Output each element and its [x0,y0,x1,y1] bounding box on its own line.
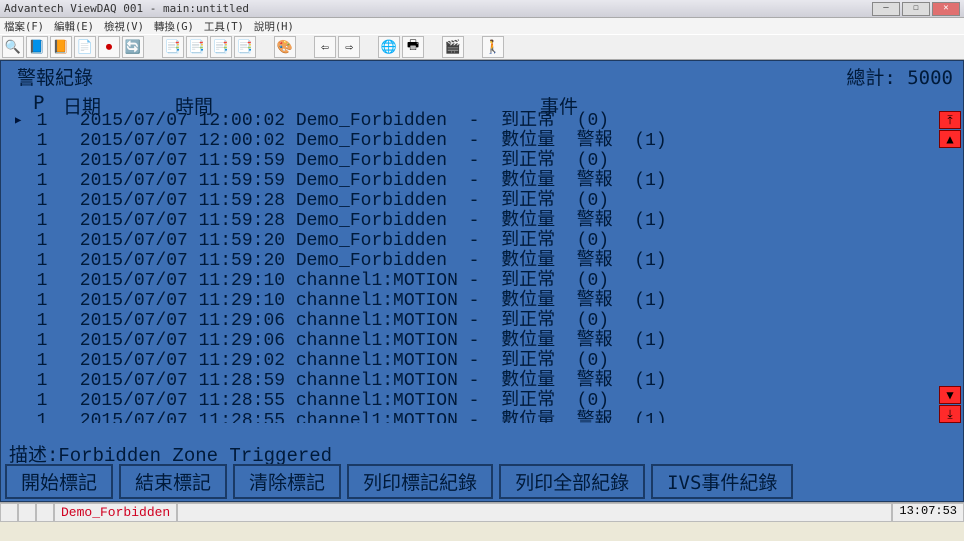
status-cell-3 [36,503,54,522]
menu-view[interactable]: 檢視(V) [104,19,144,34]
status-cell-1 [0,503,18,522]
doc2-icon[interactable]: 📑 [186,36,208,58]
print-icon[interactable]: 🖶 [402,36,424,58]
alarm-row[interactable]: 1 2015/07/07 11:59:20 Demo_Forbidden - 數… [15,251,935,271]
scroll-top-button[interactable]: ⤒ [939,111,961,129]
alarm-panel: 警報紀錄 總計: 5000 P 日期 時間 事件 ▶ 1 2015/07/07 … [0,60,964,502]
scroll-buttons: ⤒ ▲ ▼ ⤓ [939,111,961,423]
status-filler [177,503,892,522]
person-icon[interactable]: 🚶 [482,36,504,58]
refresh-icon[interactable]: 🔄 [122,36,144,58]
doc3-icon[interactable]: 📑 [210,36,232,58]
alarm-row[interactable]: 1 2015/07/07 11:28:55 channel1:MOTION - … [15,391,935,411]
alarm-row[interactable]: 1 2015/07/07 11:59:28 Demo_Forbidden - 到… [15,191,935,211]
alarm-row[interactable]: 1 2015/07/07 11:59:20 Demo_Forbidden - 到… [15,231,935,251]
menubar: 檔案(F) 編輯(E) 檢視(V) 轉換(G) 工具(T) 說明(H) [0,18,964,34]
scroll-bottom-button[interactable]: ⤓ [939,405,961,423]
statusbar: Demo_Forbidden 13:07:53 [0,502,964,522]
alarm-row[interactable]: 1 2015/07/07 11:29:06 channel1:MOTION - … [15,331,935,351]
toolbar: 🔍 📘 📙 📄 ⏺ 🔄 📑 📑 📑 📑 🎨 ⇦ ⇨ 🌐 🖶 🎬 🚶 [0,34,964,60]
end-mark-button[interactable]: 結束標記 [119,464,227,499]
record-icon[interactable]: ⏺ [98,36,120,58]
alarm-row[interactable]: 1 2015/07/07 11:59:59 Demo_Forbidden - 到… [15,151,935,171]
alarm-row[interactable]: 1 2015/07/07 11:29:06 channel1:MOTION - … [15,311,935,331]
minimize-button[interactable]: — [872,2,900,16]
scroll-up-button[interactable]: ▲ [939,130,961,148]
close-button[interactable]: ✕ [932,2,960,16]
menu-file[interactable]: 檔案(F) [4,19,44,34]
ivs-events-button[interactable]: IVS事件紀錄 [651,464,793,499]
alarm-row[interactable]: 1 2015/07/07 11:59:59 Demo_Forbidden - 數… [15,171,935,191]
status-clock: 13:07:53 [892,503,964,522]
alarm-list[interactable]: ▶ 1 2015/07/07 12:00:02 Demo_Forbidden -… [15,111,935,423]
menu-edit[interactable]: 編輯(E) [54,19,94,34]
alarm-row[interactable]: 1 2015/07/07 12:00:02 Demo_Forbidden - 到… [15,111,935,131]
menu-help[interactable]: 說明(H) [254,19,294,34]
status-cell-2 [18,503,36,522]
start-mark-button[interactable]: 開始標記 [5,464,113,499]
cursor-icon: ▶ [15,111,21,131]
clapper-icon[interactable]: 🎬 [442,36,464,58]
alarm-row[interactable]: 1 2015/07/07 11:29:10 channel1:MOTION - … [15,291,935,311]
scroll-down-button[interactable]: ▼ [939,386,961,404]
window-title: Advantech ViewDAQ 001 - main:untitled [4,2,249,15]
window-titlebar: Advantech ViewDAQ 001 - main:untitled — … [0,0,964,18]
forward-icon[interactable]: ⇨ [338,36,360,58]
print-marked-button[interactable]: 列印標記紀錄 [347,464,493,499]
menu-convert[interactable]: 轉換(G) [154,19,194,34]
alarm-row[interactable]: 1 2015/07/07 11:59:28 Demo_Forbidden - 數… [15,211,935,231]
folder-blue-icon[interactable]: 📘 [26,36,48,58]
print-all-button[interactable]: 列印全部紀錄 [499,464,645,499]
doc1-icon[interactable]: 📑 [162,36,184,58]
doc4-icon[interactable]: 📑 [234,36,256,58]
maximize-button[interactable]: ☐ [902,2,930,16]
alarm-row[interactable]: 1 2015/07/07 11:29:10 channel1:MOTION - … [15,271,935,291]
globe-icon[interactable]: 🌐 [378,36,400,58]
alarm-row[interactable]: 1 2015/07/07 11:29:02 channel1:MOTION - … [15,351,935,371]
alarm-row[interactable]: 1 2015/07/07 11:28:59 channel1:MOTION - … [15,371,935,391]
description: 描述:Forbidden Zone Triggered [9,440,955,467]
status-tag: Demo_Forbidden [54,503,177,522]
alarm-total: 總計: 5000 [846,63,953,90]
doc-icon[interactable]: 📄 [74,36,96,58]
menu-tools[interactable]: 工具(T) [204,19,244,34]
back-icon[interactable]: ⇦ [314,36,336,58]
zoom-icon[interactable]: 🔍 [2,36,24,58]
folder-orange-icon[interactable]: 📙 [50,36,72,58]
palette-icon[interactable]: 🎨 [274,36,296,58]
alarm-title: 警報紀錄 [17,63,93,90]
clear-mark-button[interactable]: 清除標記 [233,464,341,499]
alarm-row[interactable]: 1 2015/07/07 12:00:02 Demo_Forbidden - 數… [15,131,935,151]
button-bar: 開始標記 結束標記 清除標記 列印標記紀錄 列印全部紀錄 IVS事件紀錄 [5,464,959,499]
alarm-row[interactable]: 1 2015/07/07 11:28:55 channel1:MOTION - … [15,411,935,423]
